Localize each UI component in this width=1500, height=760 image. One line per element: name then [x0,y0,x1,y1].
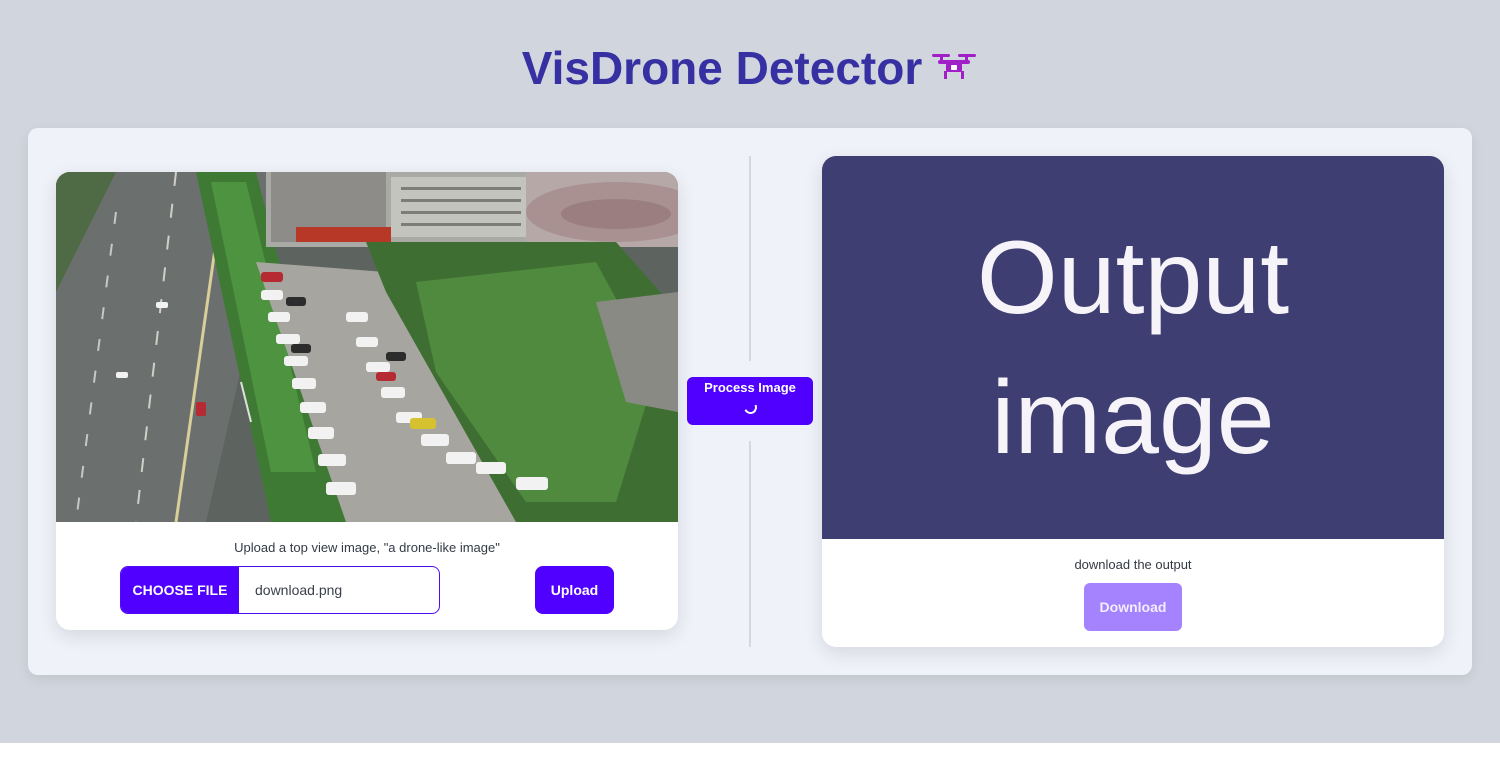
divider-bottom [749,441,751,647]
download-caption: download the output [1074,557,1192,572]
drone-icon [932,54,977,79]
detector-panel: Upload a top view image, "a drone-like i… [28,128,1472,675]
upload-card: Upload a top view image, "a drone-like i… [56,172,678,630]
output-placeholder-line1: Output [976,219,1290,336]
upload-button[interactable]: Upload [535,566,614,614]
header: VisDrone Detector [0,36,1500,100]
page-title: VisDrone Detector [521,42,923,94]
download-button[interactable]: Download [1084,583,1182,631]
output-image-placeholder: Output image [822,156,1444,539]
file-input[interactable]: CHOOSE FILE download.png [120,566,440,614]
process-image-label: Process Image [704,380,796,395]
input-image-preview [56,172,678,522]
output-card: Output image download the output Downloa… [822,156,1444,647]
divider-top [749,156,751,361]
upload-caption: Upload a top view image, "a drone-like i… [234,540,500,555]
spinner-icon [741,399,759,416]
process-image-button[interactable]: Process Image [687,377,813,425]
output-placeholder-line2: image [991,359,1275,476]
choose-file-button[interactable]: CHOOSE FILE [121,567,239,613]
selected-file-name: download.png [255,582,343,598]
